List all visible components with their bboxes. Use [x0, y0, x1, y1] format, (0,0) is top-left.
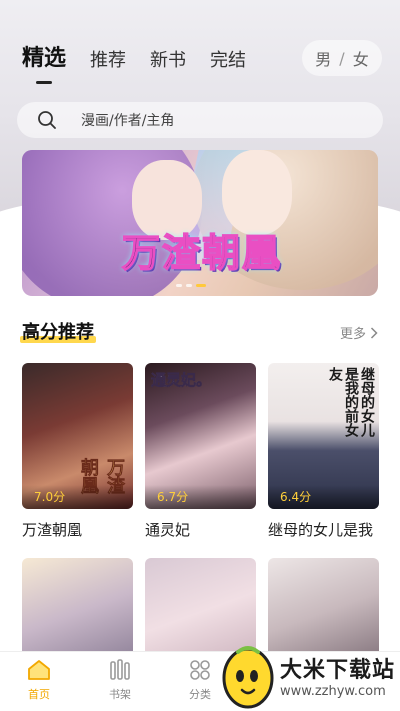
comic-card[interactable]: 通灵妃。 6.7分 通灵妃	[145, 363, 256, 540]
nav-home[interactable]: 首页	[9, 658, 69, 702]
gender-toggle[interactable]: 男 / 女	[302, 40, 382, 76]
comic-score: 6.4分	[268, 485, 379, 509]
tab-featured[interactable]: 精选	[22, 40, 66, 72]
carousel-dot[interactable]	[176, 284, 182, 287]
comic-title[interactable]: 继母的女儿是我	[268, 519, 379, 540]
home-icon	[28, 660, 50, 680]
watermark-logo	[222, 646, 274, 709]
comic-card[interactable]: 万渣朝凰 7.0分 万渣朝凰	[22, 363, 133, 540]
chevron-right-icon	[370, 326, 378, 339]
banner-title: 万渣朝凰	[121, 230, 282, 276]
tab-new-books[interactable]: 新书	[150, 46, 186, 72]
comic-cover[interactable]: 继母的女儿是我的前女友 6.4分	[268, 363, 379, 509]
search-bar[interactable]: 漫画/作者/主角	[17, 102, 383, 138]
carousel-dot[interactable]	[186, 284, 192, 287]
nav-bookshelf[interactable]: 书架	[90, 658, 150, 702]
comic-cover[interactable]: 通灵妃。 6.7分	[145, 363, 256, 509]
category-icon	[190, 660, 210, 680]
cover-title-art: 继母的女儿是我的前女友	[327, 367, 375, 437]
nav-home-label: 首页	[28, 688, 50, 701]
more-link[interactable]: 更多	[340, 323, 378, 342]
comic-score: 7.0分	[22, 485, 133, 509]
top-tabs: 精选 推荐 新书 完结	[22, 40, 246, 72]
watermark-url: www.zzhyw.com	[280, 684, 386, 699]
comic-score: 6.7分	[145, 485, 256, 509]
nav-bookshelf-label: 书架	[109, 688, 131, 701]
nav-category-label: 分类	[189, 688, 211, 701]
watermark: 大米下载站 www.zzhyw.com	[218, 640, 400, 711]
comic-title[interactable]: 万渣朝凰	[22, 519, 133, 540]
search-icon	[38, 111, 56, 129]
carousel-dot-active[interactable]	[196, 284, 206, 287]
gender-male[interactable]: 男	[315, 46, 331, 70]
tab-recommend[interactable]: 推荐	[90, 46, 126, 72]
gender-separator: /	[339, 48, 345, 68]
bookshelf-icon	[110, 659, 130, 680]
watermark-name: 大米下载站	[280, 658, 396, 683]
section-title: 高分推荐	[20, 318, 96, 344]
search-placeholder: 漫画/作者/主角	[81, 113, 175, 129]
banner-carousel[interactable]: 万渣朝凰	[22, 150, 378, 296]
comic-card[interactable]: 继母的女儿是我的前女友 6.4分 继母的女儿是我	[268, 363, 379, 540]
more-label: 更多	[339, 327, 366, 342]
section-title-text: 高分推荐	[22, 322, 94, 343]
comic-title[interactable]: 通灵妃	[145, 519, 256, 540]
cover-title-art: 通灵妃。	[151, 371, 212, 390]
gender-female[interactable]: 女	[353, 46, 369, 70]
carousel-dots	[176, 284, 206, 287]
tab-completed[interactable]: 完结	[210, 46, 246, 72]
comic-cover[interactable]: 万渣朝凰 7.0分	[22, 363, 133, 509]
